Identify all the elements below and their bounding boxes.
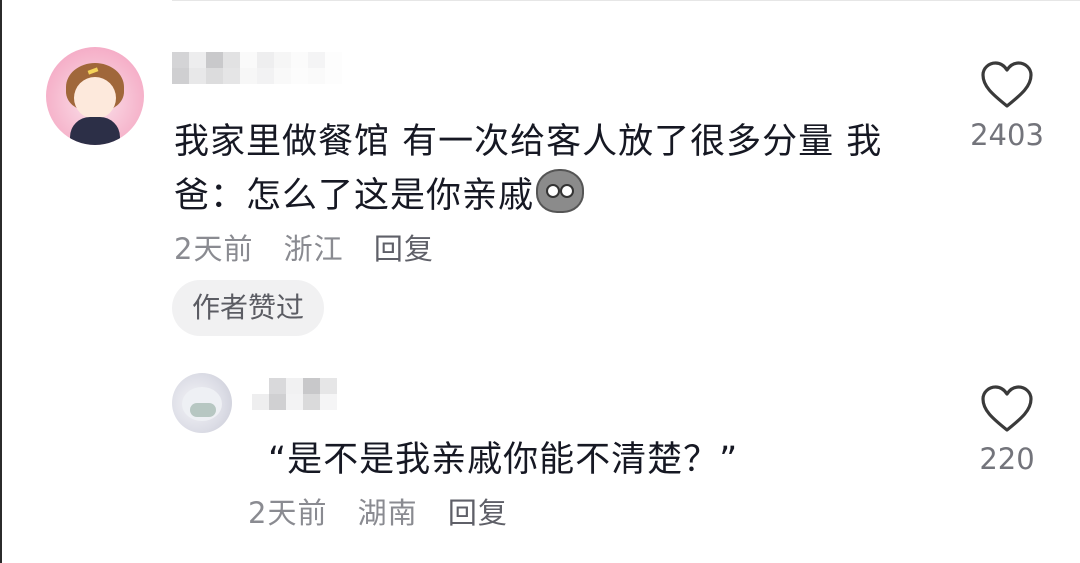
comment-meta: 2天前 浙江 回复 bbox=[174, 226, 454, 268]
reply-avatar[interactable] bbox=[172, 373, 232, 433]
comment-time: 2天前 bbox=[174, 232, 254, 266]
reply-text: “是不是我亲戚你能不清楚？” bbox=[268, 440, 739, 480]
reply-location: 湖南 bbox=[357, 496, 418, 530]
comment-text: 我家里做餐馆 有一次给客人放了很多分量 我爸：怎么了这是你亲戚 bbox=[174, 116, 924, 223]
reply-time: 2天前 bbox=[248, 496, 328, 530]
reply-like-count: 220 bbox=[979, 442, 1035, 476]
divider bbox=[172, 0, 1080, 1]
shocked-face-icon bbox=[536, 169, 585, 213]
reply-meta: 2天前 湖南 回复 bbox=[248, 490, 528, 532]
reply-button[interactable]: 回复 bbox=[374, 232, 434, 266]
comment-location: 浙江 bbox=[283, 232, 344, 266]
like-control[interactable]: 2403 bbox=[962, 60, 1052, 152]
comment-body: 我家里做餐馆 有一次给客人放了很多分量 我爸：怎么了这是你亲戚 bbox=[174, 122, 883, 216]
heart-icon[interactable] bbox=[980, 384, 1034, 434]
like-count: 2403 bbox=[970, 118, 1044, 152]
reply-username-pixelated[interactable] bbox=[252, 378, 337, 394]
username-pixelated-row2 bbox=[172, 68, 342, 84]
avatar-face bbox=[74, 77, 116, 119]
avatar[interactable] bbox=[46, 47, 144, 145]
reply-button[interactable]: 回复 bbox=[448, 496, 508, 530]
reply-username-pixelated-row2 bbox=[252, 394, 337, 410]
heart-icon[interactable] bbox=[980, 60, 1034, 110]
reply-like-control[interactable]: 220 bbox=[962, 384, 1052, 476]
author-liked-badge: 作者赞过 bbox=[172, 280, 325, 336]
window-edge bbox=[0, 0, 2, 563]
username-pixelated[interactable] bbox=[172, 52, 342, 68]
avatar-uniform bbox=[70, 117, 120, 145]
